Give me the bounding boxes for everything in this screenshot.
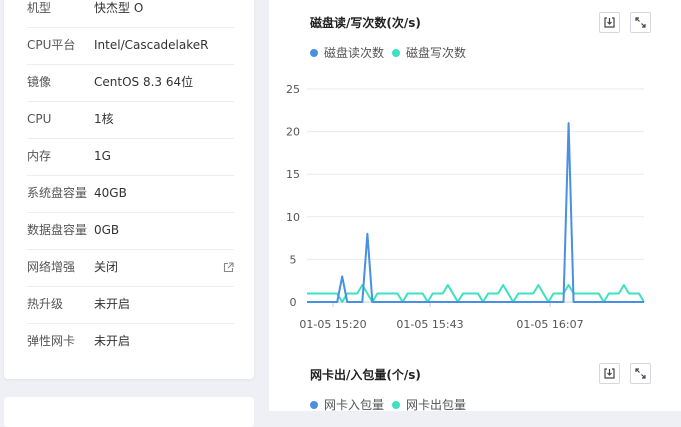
legend-label: 网卡入包量 — [324, 398, 385, 412]
next-panel — [4, 397, 254, 427]
series-line-disk-read — [307, 122, 644, 303]
spec-value: CentOS 8.3 64位 — [94, 75, 194, 89]
spec-row: 弹性网卡 未开启 — [27, 323, 234, 360]
y-tick-label: 0 — [290, 296, 297, 309]
disk-chart: 25 20 15 10 5 001-05 15:20 01-05 15:43 01-05 16… — [286, 83, 645, 331]
spec-value: Intel/CascadelakeR — [94, 38, 209, 52]
instance-info-panel: 机型 快杰型 O CPU平台 Intel/CascadelakeR 镜像 CentOS 8… — [4, 0, 254, 379]
spec-value: 1核 — [94, 112, 114, 126]
legend-label: 网卡出包量 — [406, 398, 467, 412]
net-chart-download-button[interactable] — [599, 363, 620, 384]
spec-label: 系统盘容量 — [27, 186, 88, 200]
y-tick-label: 25 — [286, 83, 300, 96]
x-tick-label: 01-05 16:07 — [516, 318, 583, 331]
legend-item-net-out[interactable]: 网卡出包量 — [392, 396, 466, 413]
spec-row: 机型 快杰型 O — [27, 0, 234, 28]
spec-value: 40GB — [94, 186, 127, 200]
fullscreen-icon — [635, 368, 646, 379]
spec-label: 网络增强 — [27, 260, 76, 274]
spec-row: 内存 1G — [27, 138, 234, 176]
spec-label: 镜像 — [27, 75, 52, 89]
legend-dot — [310, 400, 318, 409]
spec-label: 内存 — [27, 149, 52, 163]
monitoring-panel: 磁盘读/写次数(次/s) 磁盘读次数 磁盘写次数 25 20 15 10 5 0 01-05… — [269, 0, 681, 413]
series-line-disk-write — [307, 284, 645, 303]
net-chart-legend: 网卡入包量 网卡出包量 — [310, 396, 474, 413]
net-chart-fullscreen-button[interactable] — [630, 363, 651, 384]
spec-row: 数据盘容量 0GB — [27, 212, 234, 250]
spec-label: 机型 — [27, 1, 52, 15]
spec-row: 系统盘容量 40GB — [27, 175, 234, 213]
spec-row: CPU平台 Intel/CascadelakeR — [27, 27, 234, 65]
net-chart-title: 网卡出/入包量(个/s) — [310, 368, 421, 382]
spec-value: 未开启 — [94, 297, 131, 311]
y-tick-label: 15 — [286, 168, 300, 181]
spec-row: 镜像 CentOS 8.3 64位 — [27, 64, 234, 102]
spec-value: 快杰型 O — [94, 1, 144, 15]
external-link-icon[interactable] — [223, 262, 234, 273]
y-tick-label: 10 — [286, 211, 300, 224]
legend-dot — [392, 400, 401, 409]
legend-item-net-in[interactable]: 网卡入包量 — [310, 396, 384, 413]
x-tick-label: 01-05 15:43 — [396, 318, 463, 331]
spec-value: 1G — [94, 149, 111, 163]
spec-row: CPU 1核 — [27, 101, 234, 139]
spec-label: 热升级 — [27, 297, 64, 311]
spec-value: 0GB — [94, 223, 120, 237]
spec-label: 数据盘容量 — [27, 223, 88, 237]
y-tick-label: 20 — [286, 126, 300, 139]
spec-value: 关闭 — [94, 260, 119, 274]
spec-label: 弹性网卡 — [27, 334, 76, 348]
spec-label: CPU平台 — [27, 38, 76, 52]
x-tick-label: 01-05 15:20 — [299, 318, 366, 331]
download-icon — [604, 368, 615, 379]
spec-value: 未开启 — [94, 334, 131, 348]
y-tick-label: 5 — [290, 253, 297, 266]
spec-row: 网络增强 关闭 — [27, 249, 234, 287]
spec-label: CPU — [27, 112, 52, 126]
spec-row: 热升级 未开启 — [27, 286, 234, 324]
